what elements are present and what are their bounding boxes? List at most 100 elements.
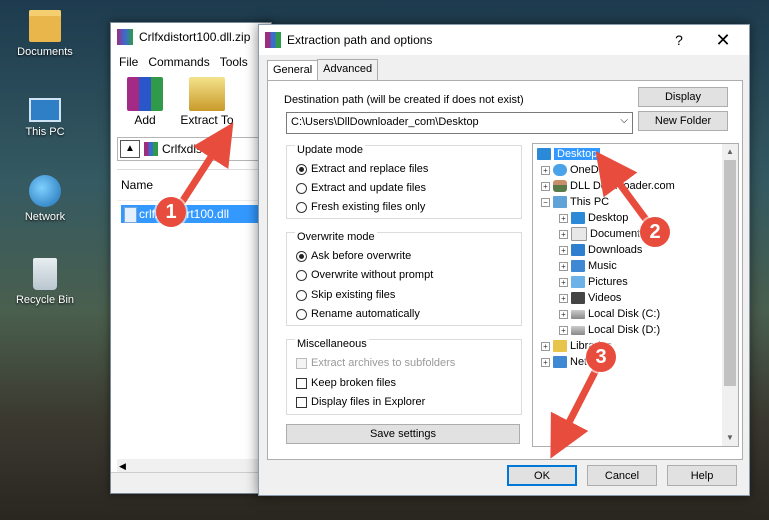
expand-icon[interactable]: + xyxy=(559,229,568,239)
expand-icon[interactable]: + xyxy=(559,213,568,223)
tab-general[interactable]: General xyxy=(267,60,319,82)
desktop-icon-network[interactable]: Network xyxy=(5,175,85,223)
winrar-hscroll[interactable]: ◀ xyxy=(117,459,271,473)
expand-icon[interactable]: + xyxy=(559,325,568,335)
close-icon[interactable]: ✕ xyxy=(703,25,743,55)
expand-icon[interactable]: + xyxy=(559,245,568,255)
update-option-fresh[interactable]: Fresh existing files only xyxy=(296,201,425,213)
dialog-title: Extraction path and options xyxy=(287,33,433,47)
ok-button[interactable]: OK xyxy=(507,465,577,486)
radio-unselected[interactable] xyxy=(296,269,307,281)
radio-unselected[interactable] xyxy=(296,308,307,320)
tree-node-music[interactable]: + Music xyxy=(559,258,617,274)
expand-icon[interactable]: + xyxy=(559,277,568,287)
tree-node-desktop[interactable]: Desktop xyxy=(537,146,601,162)
misc-option-display-explorer[interactable]: Display files in Explorer xyxy=(296,396,425,408)
file-row[interactable]: crlfxdistort100.dll xyxy=(121,205,271,223)
scroll-down-icon[interactable]: ▼ xyxy=(722,430,738,446)
step-marker-3: 3 xyxy=(586,342,616,372)
save-settings-button[interactable]: Save settings xyxy=(286,424,520,444)
overwrite-option-rename[interactable]: Rename automatically xyxy=(296,308,420,320)
folder-tree[interactable]: Desktop + OneDrive + DLL Downloader.com … xyxy=(532,143,739,447)
winrar-app-icon xyxy=(117,29,133,45)
help-icon[interactable]: ? xyxy=(659,25,699,55)
display-button[interactable]: Display xyxy=(638,87,728,107)
overwrite-option-skip[interactable]: Skip existing files xyxy=(296,289,395,301)
menu-file[interactable]: File xyxy=(119,55,138,69)
radio-unselected[interactable] xyxy=(296,201,307,213)
chevron-down-icon[interactable]: ⌵ xyxy=(620,115,628,126)
expand-icon[interactable]: + xyxy=(559,293,568,303)
tab-advanced[interactable]: Advanced xyxy=(317,59,379,81)
winrar-file-list: Name crlfxdistort100.dll xyxy=(117,169,271,457)
expand-icon[interactable]: + xyxy=(541,341,550,351)
desktop-icon-this-pc[interactable]: This PC xyxy=(5,92,85,138)
cancel-button[interactable]: Cancel xyxy=(587,465,657,486)
tree-label: Local Disk (C:) xyxy=(588,308,661,320)
scroll-thumb[interactable] xyxy=(724,160,736,386)
update-option-extract-replace[interactable]: Extract and replace files xyxy=(296,163,428,175)
tree-scrollbar[interactable]: ▲ ▼ xyxy=(722,144,738,446)
expand-icon[interactable]: + xyxy=(559,261,568,271)
tree-node-local-disk-d[interactable]: + Local Disk (D:) xyxy=(559,322,660,338)
tree-node-pc-desktop[interactable]: + Desktop xyxy=(559,210,628,226)
music-icon xyxy=(571,260,585,272)
winrar-status-bar xyxy=(111,472,271,493)
add-button[interactable]: Add xyxy=(119,77,171,129)
tree-label: Music xyxy=(588,260,617,272)
destination-input[interactable] xyxy=(287,113,615,131)
menu-tools[interactable]: Tools xyxy=(220,55,248,69)
extract-to-button[interactable]: Extract To xyxy=(177,77,237,129)
pictures-icon xyxy=(571,276,585,288)
misc-title: Miscellaneous xyxy=(295,338,369,350)
column-header-name[interactable]: Name xyxy=(117,170,271,201)
step-marker-1: 1 xyxy=(156,197,186,227)
overwrite-option-ask[interactable]: Ask before overwrite xyxy=(296,250,411,262)
update-option-extract-update[interactable]: Extract and update files xyxy=(296,182,426,194)
option-label: Keep broken files xyxy=(311,377,396,389)
radio-unselected[interactable] xyxy=(296,182,307,194)
desktop-icon xyxy=(537,148,551,160)
add-archive-icon xyxy=(127,77,163,111)
desktop-icon-recycle-bin[interactable]: Recycle Bin xyxy=(5,258,85,306)
radio-unselected[interactable] xyxy=(296,289,307,301)
tree-node-videos[interactable]: + Videos xyxy=(559,290,621,306)
winrar-path: Crlfxdistort1 xyxy=(162,142,227,156)
expand-icon[interactable]: + xyxy=(541,165,550,175)
up-folder-icon[interactable]: ▲ xyxy=(120,140,140,158)
videos-icon xyxy=(571,292,585,304)
tree-node-downloads[interactable]: + Downloads xyxy=(559,242,642,258)
archive-icon xyxy=(144,142,158,156)
tree-node-onedrive[interactable]: + OneDrive xyxy=(541,162,616,178)
menu-commands[interactable]: Commands xyxy=(148,55,209,69)
tree-label: Documents xyxy=(590,228,646,240)
collapse-icon[interactable]: − xyxy=(541,197,550,207)
expand-icon[interactable]: + xyxy=(559,309,568,319)
desktop-icon-documents[interactable]: Documents xyxy=(5,10,85,58)
checkbox[interactable] xyxy=(296,377,307,389)
tree-node-pictures[interactable]: + Pictures xyxy=(559,274,628,290)
destination-combo[interactable]: ⌵ xyxy=(286,112,633,134)
tree-node-documents[interactable]: + Documents xyxy=(559,226,646,242)
tree-node-this-pc[interactable]: − This PC xyxy=(541,194,609,210)
radio-selected[interactable] xyxy=(296,250,307,262)
winrar-title-bar[interactable]: Crlfxdistort100.dll.zip xyxy=(111,23,271,51)
tree-node-user[interactable]: + DLL Downloader.com xyxy=(541,178,675,194)
expand-icon[interactable]: + xyxy=(541,181,550,191)
misc-option-keep-broken[interactable]: Keep broken files xyxy=(296,377,396,389)
option-label: Extract archives to subfolders xyxy=(311,357,456,369)
help-button[interactable]: Help xyxy=(667,465,737,486)
dialog-title-bar[interactable]: Extraction path and options ? ✕ xyxy=(259,25,749,55)
overwrite-option-without-prompt[interactable]: Overwrite without prompt xyxy=(296,269,433,281)
checkbox[interactable] xyxy=(296,396,307,408)
scroll-up-icon[interactable]: ▲ xyxy=(722,144,738,160)
radio-selected[interactable] xyxy=(296,163,307,175)
tree-node-local-disk-c[interactable]: + Local Disk (C:) xyxy=(559,306,660,322)
expand-icon[interactable]: + xyxy=(541,357,550,367)
desktop-icon-label: Recycle Bin xyxy=(15,294,75,306)
tree-label: Desktop xyxy=(554,148,601,160)
recycle-bin-icon xyxy=(33,258,57,290)
new-folder-button[interactable]: New Folder xyxy=(638,111,728,131)
update-mode-group: Update mode Extract and replace files Ex… xyxy=(286,144,522,219)
folder-icon xyxy=(29,10,61,42)
